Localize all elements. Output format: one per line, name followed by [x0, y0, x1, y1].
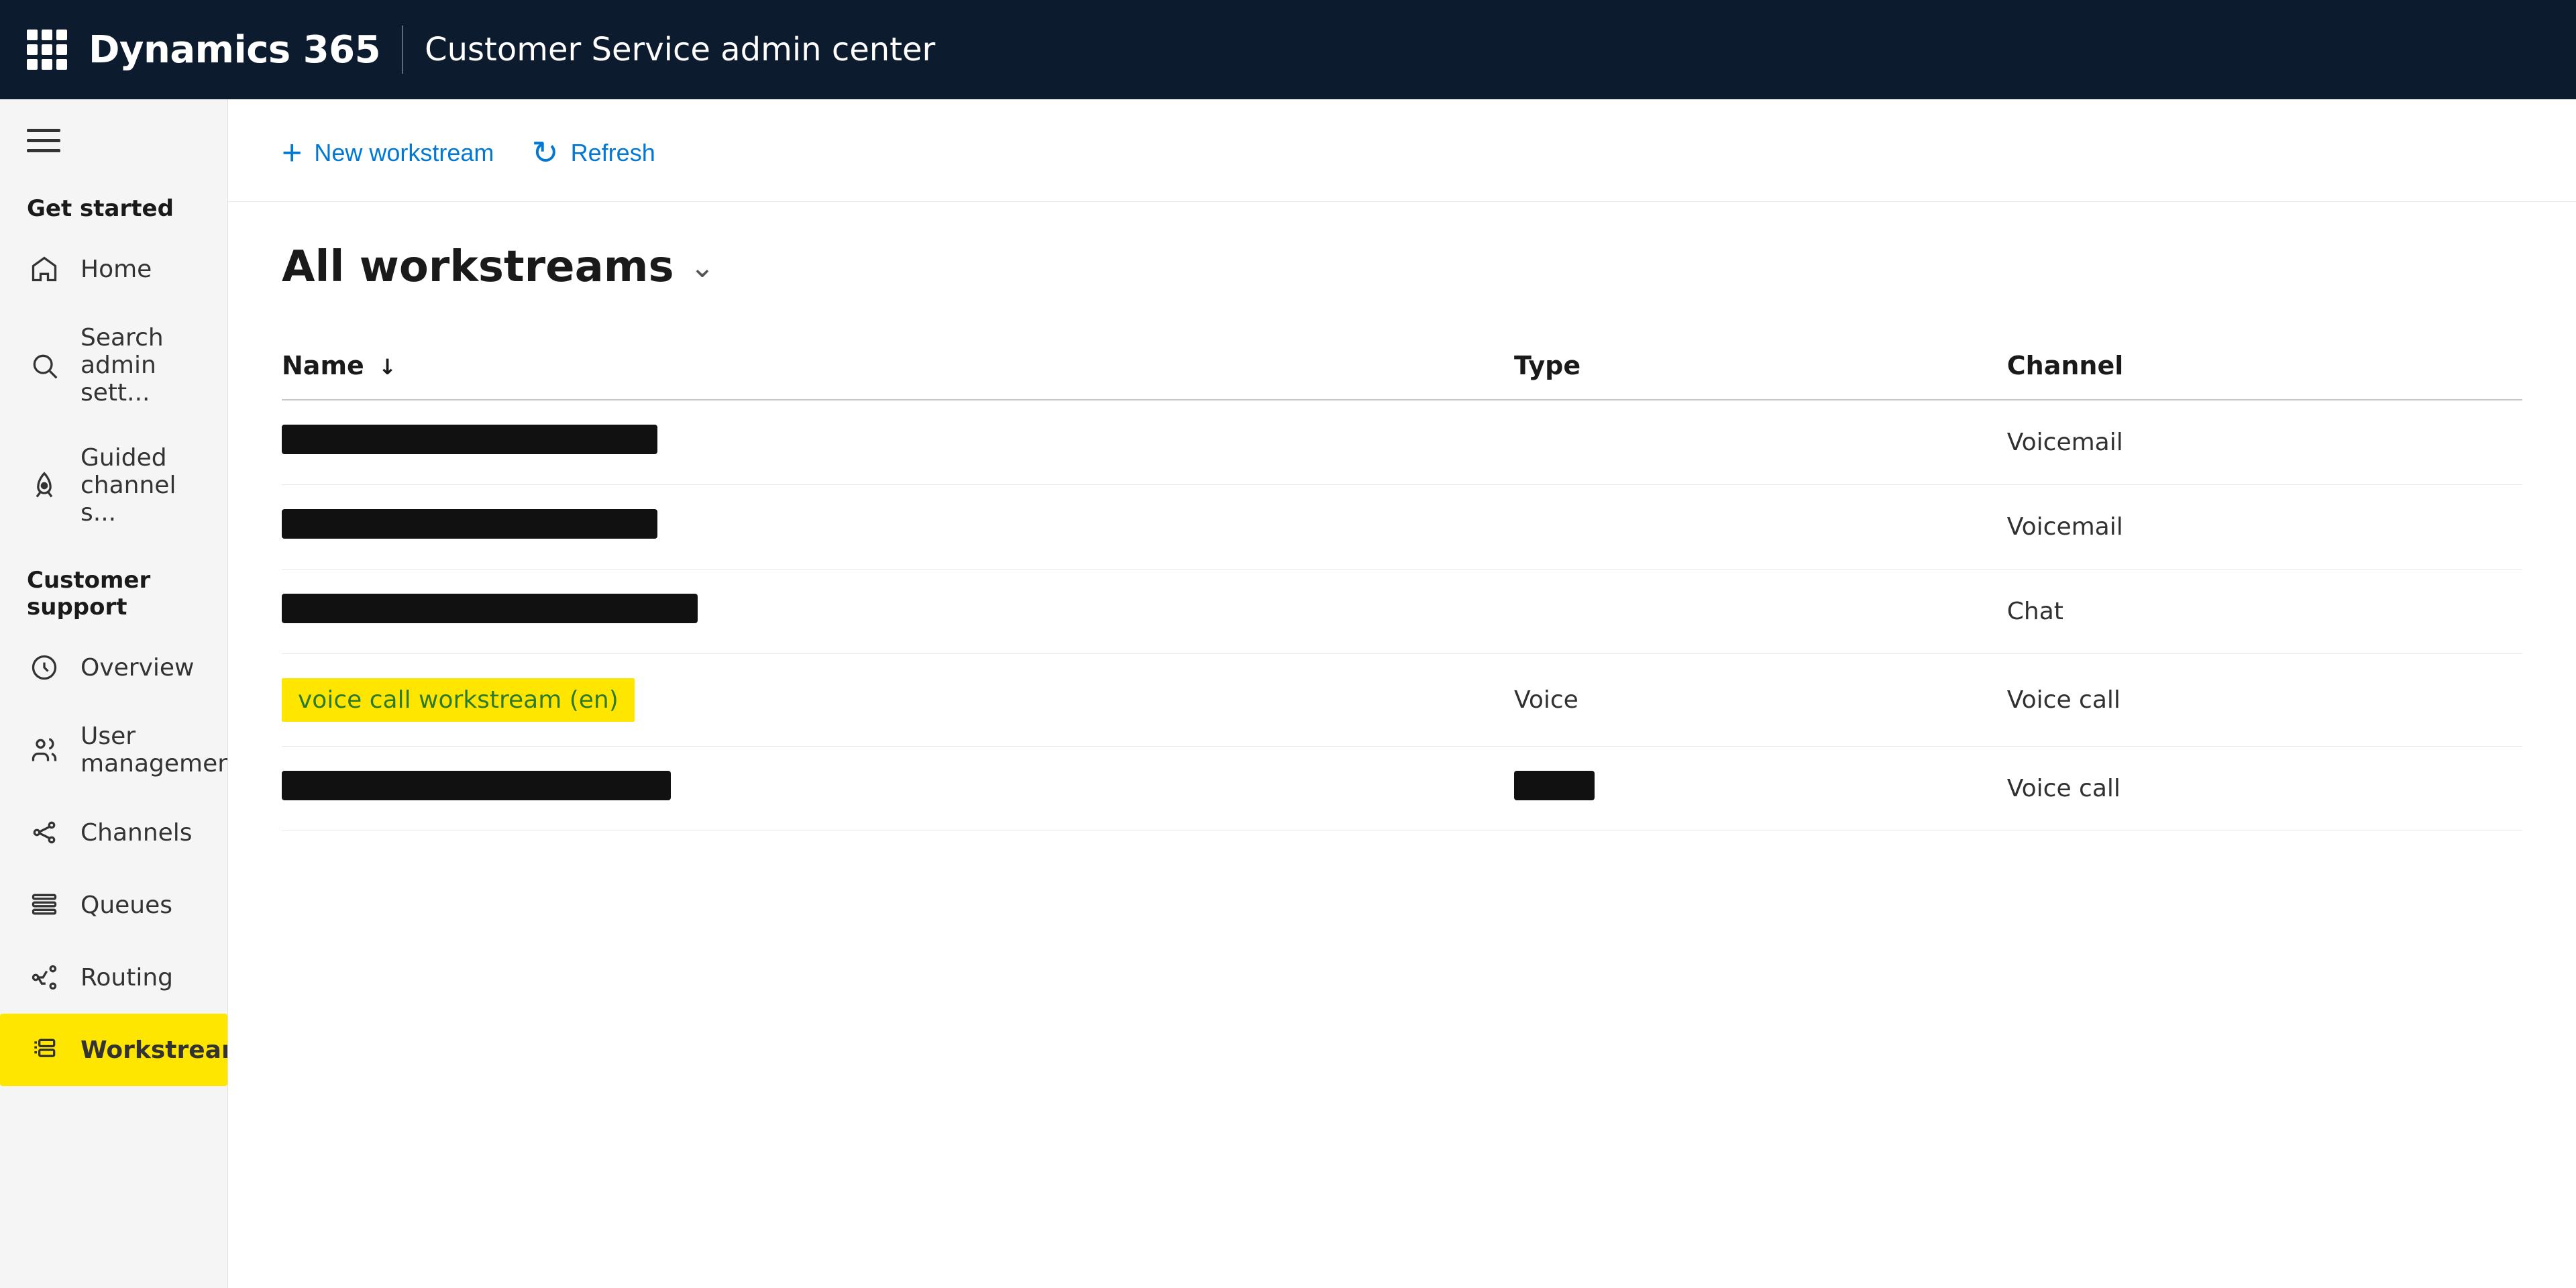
top-nav: Dynamics 365 Customer Service admin cent… [0, 0, 2576, 99]
home-icon [27, 252, 62, 286]
sidebar-menu-button[interactable] [0, 99, 227, 174]
sidebar-item-routing-label: Routing [80, 964, 173, 991]
table-cell-name [282, 400, 1514, 485]
main-content: + New workstream ↻ Refresh All workstrea… [228, 99, 2576, 1288]
table-cell-type [1514, 747, 2007, 831]
page-title: All workstreams [282, 242, 674, 292]
table-row: Voicemail [282, 485, 2522, 570]
table-row: Voicemail [282, 400, 2522, 485]
redacted-name-bar [282, 594, 698, 623]
sidebar: Get started Home Search admin sett... [0, 99, 228, 1288]
sidebar-item-home-label: Home [80, 256, 152, 283]
waffle-menu[interactable] [27, 30, 67, 70]
col-header-type[interactable]: Type [1514, 332, 2007, 400]
table-row: Voice call [282, 747, 2522, 831]
sidebar-item-overview-label: Overview [80, 654, 195, 682]
table-cell-type [1514, 570, 2007, 654]
table-cell-name [282, 747, 1514, 831]
table-cell-channel: Chat [2007, 570, 2522, 654]
sidebar-item-channels[interactable]: Channels [0, 796, 227, 869]
table-header-row: Name ↓ Type Channel [282, 332, 2522, 400]
page-title-row: All workstreams ⌄ [282, 242, 2522, 292]
sidebar-item-search-label: Search admin sett... [80, 324, 201, 407]
sidebar-section-get-started: Get started [0, 174, 227, 233]
table-cell-channel: Voicemail [2007, 485, 2522, 570]
sidebar-item-search[interactable]: Search admin sett... [0, 305, 227, 425]
main-layout: Get started Home Search admin sett... [0, 99, 2576, 1288]
sidebar-item-guided[interactable]: Guided channel s... [0, 425, 227, 545]
table-cell-type [1514, 400, 2007, 485]
redacted-name-bar [282, 771, 671, 800]
hamburger-icon [27, 129, 60, 152]
table-cell-name[interactable]: voice call workstream (en) [282, 654, 1514, 747]
nav-divider [402, 25, 403, 74]
table-cell-name [282, 570, 1514, 654]
redacted-type-bar [1514, 771, 1595, 800]
refresh-icon: ↻ [531, 134, 558, 172]
channels-icon [27, 815, 62, 850]
brand-name: Dynamics 365 [89, 28, 380, 72]
table-cell-channel: Voice call [2007, 654, 2522, 747]
new-workstream-button[interactable]: + New workstream [282, 130, 494, 176]
user-management-icon [27, 733, 62, 767]
sidebar-item-guided-label: Guided channel s... [80, 444, 201, 527]
redacted-name-bar [282, 425, 657, 454]
sidebar-item-user-management-label: User management [80, 722, 228, 777]
table-cell-type: Voice [1514, 654, 2007, 747]
sidebar-item-overview[interactable]: Overview [0, 631, 227, 704]
routing-icon [27, 960, 62, 995]
chevron-down-icon[interactable]: ⌄ [690, 250, 715, 284]
table-row: voice call workstream (en) Voice Voice c… [282, 654, 2522, 747]
col-header-channel[interactable]: Channel [2007, 332, 2522, 400]
sidebar-item-queues[interactable]: Queues [0, 869, 227, 941]
table-cell-type [1514, 485, 2007, 570]
table-cell-name [282, 485, 1514, 570]
table-row: Chat [282, 570, 2522, 654]
page-content: All workstreams ⌄ Name ↓ Type Channel [228, 202, 2576, 871]
sidebar-item-workstreams-label: Workstreams [80, 1036, 228, 1064]
rocket-icon [27, 468, 62, 503]
table-cell-channel: Voice call [2007, 747, 2522, 831]
sidebar-item-user-management[interactable]: User management [0, 704, 227, 796]
workstreams-icon [27, 1032, 62, 1067]
highlighted-workstream-name[interactable]: voice call workstream (en) [282, 678, 635, 722]
refresh-label: Refresh [571, 139, 655, 167]
sidebar-section-customer-support: Customer support [0, 545, 227, 631]
redacted-name-bar [282, 509, 657, 539]
sort-arrow-name: ↓ [378, 354, 396, 380]
sidebar-item-home[interactable]: Home [0, 233, 227, 305]
new-workstream-label: New workstream [314, 139, 494, 167]
sidebar-item-queues-label: Queues [80, 892, 172, 919]
toolbar: + New workstream ↻ Refresh [228, 99, 2576, 202]
plus-icon: + [282, 136, 302, 170]
col-header-name[interactable]: Name ↓ [282, 332, 1514, 400]
table-cell-channel: Voicemail [2007, 400, 2522, 485]
refresh-button[interactable]: ↻ Refresh [531, 129, 655, 177]
search-icon [27, 348, 62, 383]
workstreams-table: Name ↓ Type Channel Voicemail [282, 332, 2522, 831]
sidebar-item-workstreams[interactable]: Workstreams [0, 1014, 227, 1086]
sidebar-item-routing[interactable]: Routing [0, 941, 227, 1014]
app-name: Customer Service admin center [425, 31, 935, 68]
queues-icon [27, 888, 62, 922]
sidebar-item-channels-label: Channels [80, 819, 193, 847]
overview-icon [27, 650, 62, 685]
